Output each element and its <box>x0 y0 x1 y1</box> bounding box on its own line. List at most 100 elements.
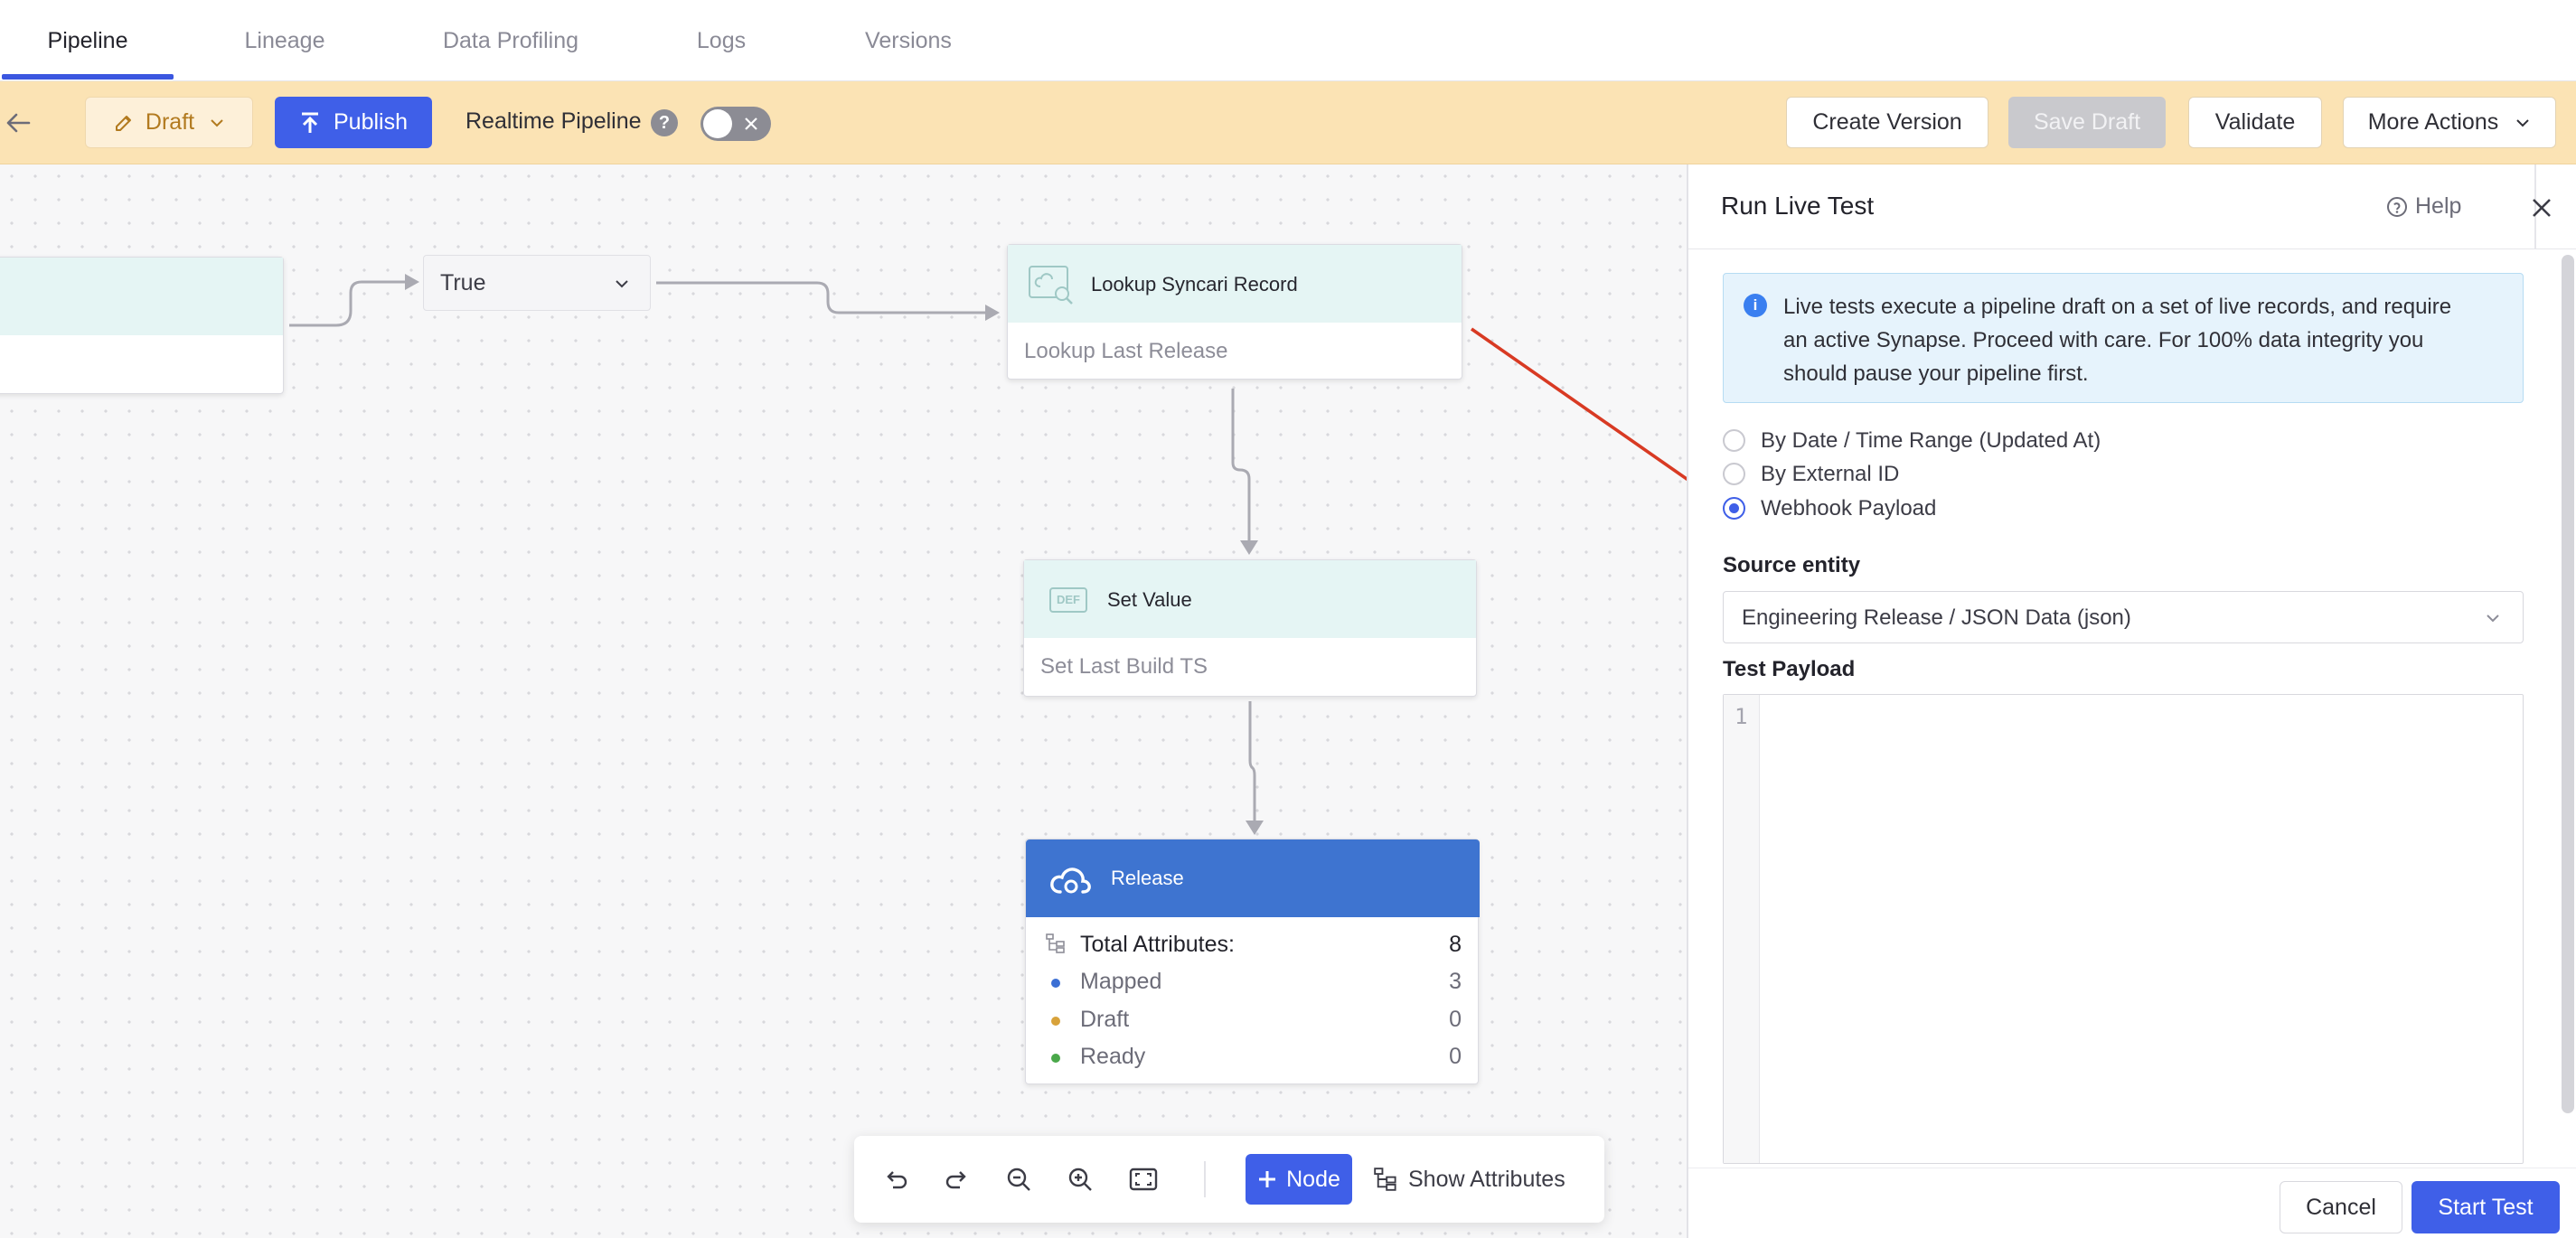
info-icon: i <box>1744 294 1767 317</box>
hierarchy-icon <box>1374 1168 1397 1191</box>
editor-gutter <box>1724 695 1760 1163</box>
total-attributes-label: Total Attributes: <box>1080 932 1235 957</box>
lookup-syncari-record-node[interactable]: Lookup Syncari Record Lookup Last Releas… <box>1007 244 1462 380</box>
mapped-value: 3 <box>1449 969 1462 994</box>
redo-icon[interactable] <box>935 1158 979 1201</box>
help-badge-icon[interactable]: ? <box>651 109 678 136</box>
tab-versions[interactable]: Versions <box>850 0 967 81</box>
fit-screen-icon[interactable] <box>1122 1158 1165 1201</box>
info-line: should pause your pipeline first. <box>1783 361 2089 386</box>
hierarchy-icon <box>1046 933 1066 958</box>
test-payload-label: Test Payload <box>1723 657 1856 681</box>
help-label: Help <box>2415 193 2462 219</box>
node-header <box>1024 560 1476 638</box>
cancel-button[interactable]: Cancel <box>2280 1181 2402 1233</box>
node-title: Release <box>1111 867 1184 889</box>
radio-by-date[interactable] <box>1723 429 1745 452</box>
condition-dropdown[interactable]: True <box>423 255 651 311</box>
draft-label: Draft <box>145 109 195 135</box>
tab-logs[interactable]: Logs <box>678 0 765 81</box>
run-live-test-panel: Run Live Test Help i Live tests execute … <box>1687 164 2576 1238</box>
show-attributes-label: Show Attributes <box>1408 1166 1565 1192</box>
add-node-button[interactable]: Node <box>1246 1154 1352 1205</box>
draft-value: 0 <box>1449 1007 1462 1032</box>
panel-header: Run Live Test Help <box>1688 164 2576 249</box>
mapped-dot <box>1051 979 1060 988</box>
upload-icon <box>299 111 321 135</box>
pipeline-toolbar: Draft Publish Realtime Pipeline ? Create… <box>0 81 2576 164</box>
create-version-button[interactable]: Create Version <box>1786 97 1988 148</box>
node-title: Lookup Syncari Record <box>1091 273 1298 295</box>
toggle-knob <box>703 109 732 138</box>
save-draft-button[interactable]: Save Draft <box>2008 97 2166 148</box>
publish-button[interactable]: Publish <box>275 97 432 148</box>
ready-value: 0 <box>1449 1044 1462 1069</box>
info-text: Live tests execute a pipeline draft on a… <box>1783 290 2451 390</box>
active-tab-indicator <box>2 74 174 80</box>
node-subtitle: Set Last Build TS <box>1040 654 1208 679</box>
chevron-down-icon <box>614 276 630 296</box>
tab-lineage[interactable]: Lineage <box>226 0 343 81</box>
zoom-in-icon[interactable] <box>1058 1158 1102 1201</box>
start-test-button[interactable]: Start Test <box>2411 1181 2560 1233</box>
node-header <box>0 258 283 335</box>
info-line: Live tests execute a pipeline draft on a… <box>1783 295 2452 319</box>
draft-label: Draft <box>1080 1007 1130 1032</box>
undo-icon[interactable] <box>874 1158 917 1201</box>
validate-button[interactable]: Validate <box>2188 97 2322 148</box>
chevron-down-icon <box>2515 115 2531 131</box>
radio-by-date-label: By Date / Time Range (Updated At) <box>1761 428 2101 453</box>
node-title: Set Value <box>1107 588 1192 611</box>
info-line: an active Synapse. Proceed with care. Fo… <box>1783 328 2424 352</box>
panel-scrollbar[interactable] <box>2562 255 2574 1113</box>
chevron-down-icon <box>209 115 225 131</box>
set-value-node[interactable]: DEF Set Value Set Last Build TS <box>1023 559 1477 697</box>
tab-bar: Pipeline Lineage Data Profiling Logs Ver… <box>0 0 2576 81</box>
chevron-down-icon <box>2485 610 2501 631</box>
help-link[interactable]: Help <box>2386 193 2461 220</box>
zoom-out-icon[interactable] <box>997 1158 1040 1201</box>
realtime-pipeline-label: Realtime Pipeline <box>465 108 642 134</box>
plus-icon <box>1257 1169 1277 1189</box>
mapped-label: Mapped <box>1080 969 1162 994</box>
radio-by-external-id[interactable] <box>1723 463 1745 485</box>
source-entity-select[interactable]: Engineering Release / JSON Data (json) <box>1723 591 2524 643</box>
node-subtitle: Lookup Last Release <box>1024 339 1228 363</box>
ready-label: Ready <box>1080 1044 1146 1069</box>
pencil-icon <box>113 112 135 134</box>
panel-title: Run Live Test <box>1721 192 1875 220</box>
test-payload-editor[interactable]: 1 <box>1723 694 2524 1164</box>
close-panel-icon[interactable] <box>2529 195 2554 225</box>
close-icon <box>742 115 760 133</box>
cloud-sync-icon <box>1049 861 1095 897</box>
draft-dot <box>1051 1017 1060 1026</box>
tab-data-profiling[interactable]: Data Profiling <box>425 0 597 81</box>
canvas-controls: Node Show Attributes <box>854 1136 1604 1223</box>
panel-footer: Cancel Start Test <box>1688 1168 2576 1238</box>
tab-pipeline[interactable]: Pipeline <box>2 0 174 81</box>
source-entity-label: Source entity <box>1723 553 1861 577</box>
more-actions-dropdown[interactable]: More Actions <box>2343 97 2556 148</box>
radio-by-external-id-label: By External ID <box>1761 462 1900 486</box>
radio-webhook-payload-label: Webhook Payload <box>1761 496 1937 521</box>
question-circle-icon <box>2386 196 2408 218</box>
cloud-search-icon <box>1028 265 1076 306</box>
condition-label: True <box>440 270 486 295</box>
line-number: 1 <box>1735 704 1748 729</box>
divider <box>1204 1161 1206 1197</box>
info-callout: i Live tests execute a pipeline draft on… <box>1723 273 2524 403</box>
realtime-toggle[interactable] <box>700 107 771 141</box>
draft-dropdown[interactable]: Draft <box>85 97 253 148</box>
source-node-partial[interactable] <box>0 257 284 394</box>
more-actions-label: More Actions <box>2367 109 2499 135</box>
source-entity-value: Engineering Release / JSON Data (json) <box>1742 605 2131 630</box>
node-label: Node <box>1286 1166 1340 1192</box>
back-arrow-icon[interactable] <box>4 108 33 137</box>
total-attributes-value: 8 <box>1449 932 1462 957</box>
show-attributes-button[interactable]: Show Attributes <box>1374 1154 1565 1205</box>
release-node[interactable]: Release Total Attributes: 8 Mapped 3 Dra… <box>1025 839 1480 1084</box>
radio-webhook-payload[interactable] <box>1723 497 1745 520</box>
ready-dot <box>1051 1054 1060 1063</box>
pipeline-canvas[interactable]: True Lookup Syncari Record Lookup Last R… <box>0 164 1687 1238</box>
publish-label: Publish <box>334 109 408 135</box>
